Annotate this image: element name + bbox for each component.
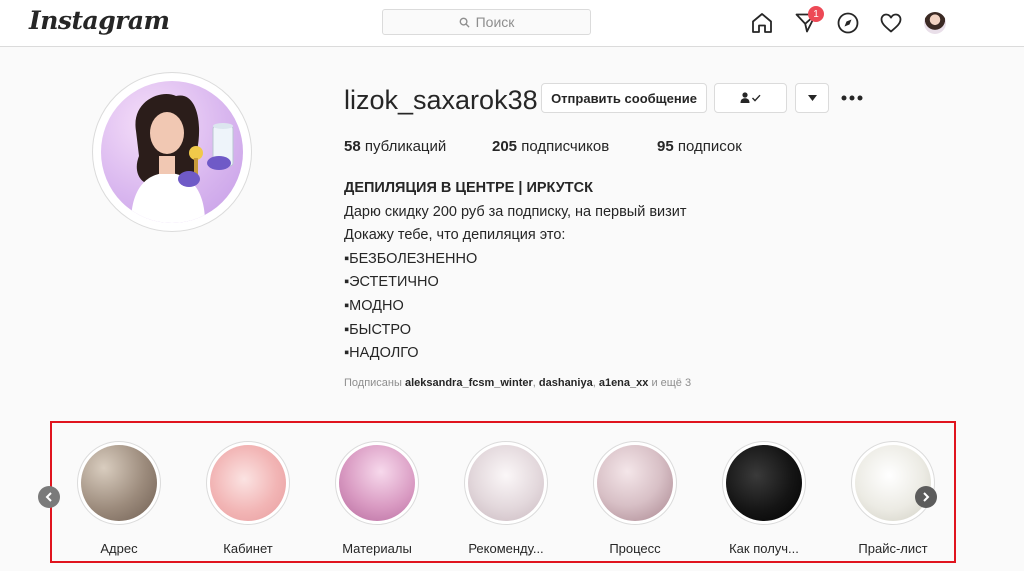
highlight-label: Рекоменду...: [468, 541, 544, 556]
bio-line: Докажу тебе, что депиляция это:: [344, 227, 566, 244]
search-placeholder: Поиск: [475, 14, 515, 30]
posts-count: 58: [344, 138, 361, 155]
followed-by[interactable]: Подписаны aleksandra_fcsm_winter, dashan…: [344, 377, 691, 389]
following-count: 95: [657, 138, 674, 155]
highlight-item[interactable]: Адрес: [64, 441, 174, 556]
highlight-item[interactable]: Материалы: [322, 441, 432, 556]
highlights-next-button[interactable]: [915, 486, 937, 508]
highlight-item[interactable]: Как получ...: [709, 441, 819, 556]
followers-count: 205: [492, 138, 518, 155]
highlight-cover: [726, 445, 802, 521]
send-message-button[interactable]: Отправить сообщение: [541, 83, 707, 113]
bio-line: ▪ЭСТЕТИЧНО: [344, 274, 439, 291]
followed-by-suffix: и ещё 3: [651, 377, 692, 389]
highlight-label: Кабинет: [223, 541, 273, 556]
highlight-cover: [855, 445, 931, 521]
suggestions-dropdown-button[interactable]: [795, 83, 829, 113]
following-label: подписок: [677, 138, 742, 155]
highlight-ring: [851, 441, 935, 525]
highlight-item[interactable]: Кабинет: [193, 441, 303, 556]
instagram-logo[interactable]: Instagram: [29, 6, 170, 35]
profile-username: lizok_saxarok38: [344, 85, 538, 115]
user-avatar[interactable]: [924, 12, 946, 34]
highlight-ring: [335, 441, 419, 525]
bio-line: ▪НАДОЛГО: [344, 345, 419, 362]
highlight-cover: [210, 445, 286, 521]
explore-compass-icon[interactable]: [836, 11, 860, 35]
highlight-cover: [339, 445, 415, 521]
user-check-icon: [740, 92, 761, 103]
bio-line: ▪МОДНО: [344, 297, 404, 314]
highlight-item[interactable]: Процесс: [580, 441, 690, 556]
highlight-item[interactable]: Рекоменду...: [451, 441, 561, 556]
highlight-cover: [597, 445, 673, 521]
highlight-ring: [77, 441, 161, 525]
search-icon: [459, 17, 470, 28]
bio-line: Дарю скидку 200 руб за подписку, на перв…: [344, 203, 687, 220]
posts-label: публикаций: [364, 138, 447, 155]
bio-line: ▪БЕЗБОЛЕЗНЕННО: [344, 250, 478, 267]
highlight-ring: [593, 441, 677, 525]
bio-line: ▪БЫСТРО: [344, 321, 411, 338]
notification-badge: 1: [808, 6, 824, 22]
more-options-icon[interactable]: [841, 94, 863, 102]
highlight-cover: [81, 445, 157, 521]
chevron-down-icon: [807, 95, 817, 101]
home-icon[interactable]: [750, 11, 774, 35]
highlight-label: Как получ...: [729, 541, 799, 556]
chevron-left-icon: [45, 492, 52, 502]
highlight-ring: [206, 441, 290, 525]
profile-picture[interactable]: [101, 81, 243, 223]
highlight-label: Процесс: [609, 541, 661, 556]
chevron-right-icon: [923, 492, 930, 502]
highlight-label: Материалы: [342, 541, 412, 556]
search-input[interactable]: Поиск: [382, 9, 591, 35]
activity-heart-icon[interactable]: [879, 11, 903, 35]
following-stat[interactable]: 95 подписок: [657, 138, 742, 155]
posts-stat: 58 публикаций: [344, 138, 446, 155]
highlight-label: Прайс-лист: [858, 541, 928, 556]
highlight-ring: [464, 441, 548, 525]
highlight-cover: [468, 445, 544, 521]
followers-label: подписчиков: [521, 138, 610, 155]
following-button[interactable]: [714, 83, 787, 113]
top-navigation-bar: Instagram Поиск 1: [0, 0, 1024, 47]
highlights-prev-button[interactable]: [38, 486, 60, 508]
profile-display-name: ДЕПИЛЯЦИЯ В ЦЕНТРЕ | ИРКУТСК: [344, 180, 593, 196]
profile-illustration: [131, 94, 234, 223]
highlight-label: Адрес: [100, 541, 138, 556]
story-highlights-frame: Адрес Кабинет Материалы Рекоменду... Про…: [50, 421, 956, 563]
follower-link[interactable]: dashaniya: [539, 377, 593, 389]
highlight-ring: [722, 441, 806, 525]
follower-link[interactable]: a1ena_xx: [599, 377, 649, 389]
followed-by-prefix: Подписаны: [344, 377, 402, 389]
follower-link[interactable]: aleksandra_fcsm_winter: [405, 377, 533, 389]
profile-bio: ДЕПИЛЯЦИЯ В ЦЕНТРЕ | ИРКУТСК Дарю скидку…: [344, 177, 804, 366]
followers-stat[interactable]: 205 подписчиков: [492, 138, 609, 155]
